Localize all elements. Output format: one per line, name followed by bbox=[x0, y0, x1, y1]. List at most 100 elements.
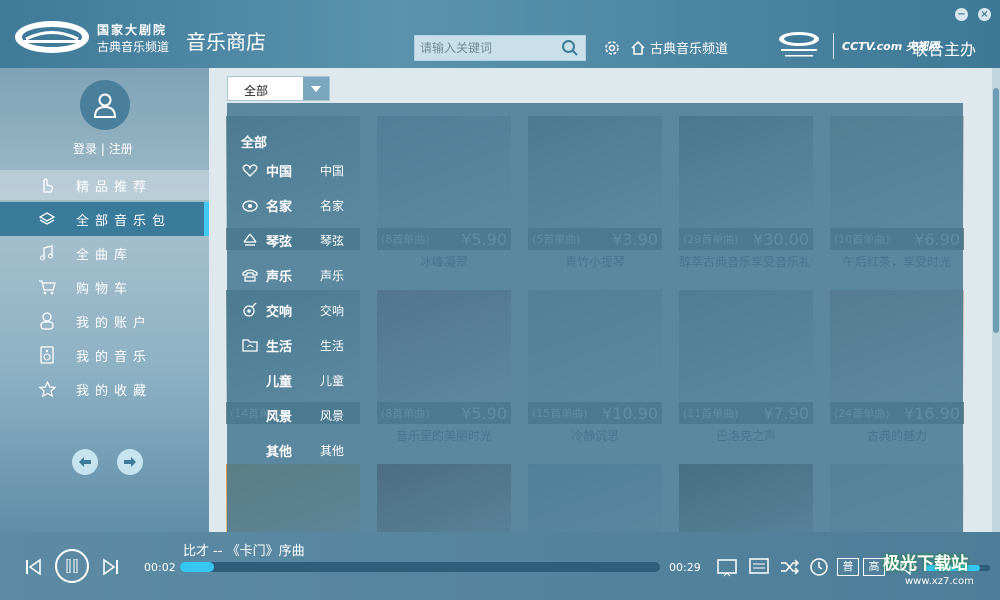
hand-pointer-icon bbox=[38, 176, 56, 194]
next-track-icon[interactable] bbox=[102, 557, 120, 577]
symphony-icon bbox=[241, 302, 259, 318]
category-name[interactable]: 生活 bbox=[266, 336, 320, 355]
title-bar: 国家大剧院 古典音乐频道 音乐商店 古典音乐频道 CCTV.com 央视网 联合… bbox=[0, 0, 1000, 68]
masters-icon bbox=[241, 197, 259, 213]
sidebar-item-cart[interactable]: 购物车 bbox=[0, 272, 209, 302]
pause-button[interactable] bbox=[55, 549, 89, 583]
category-icon-placeholder bbox=[241, 407, 259, 423]
category-sub-item[interactable]: 生活 bbox=[320, 337, 344, 354]
category-name[interactable]: 琴弦 bbox=[266, 231, 320, 250]
playlist-icon[interactable] bbox=[748, 556, 770, 578]
time-total: 00:29 bbox=[669, 561, 701, 574]
category-item[interactable]: 声乐 声乐 bbox=[241, 265, 344, 285]
speaker-icon bbox=[38, 346, 56, 364]
sidebar-item-featured[interactable]: 精品推荐 bbox=[0, 170, 209, 200]
register-link[interactable]: 注册 bbox=[109, 142, 133, 156]
avatar[interactable] bbox=[80, 80, 130, 130]
scrollbar-thumb[interactable] bbox=[993, 88, 999, 333]
category-sub-item[interactable]: 其他 bbox=[320, 442, 344, 459]
progress-fill bbox=[180, 562, 214, 572]
joint-organizer-label: 联合主办 bbox=[912, 40, 977, 59]
sidebar-item-my-music[interactable]: 我的音乐 bbox=[0, 340, 209, 370]
category-select-value: 全部 bbox=[244, 84, 269, 98]
sidebar-item-label: 我的音乐 bbox=[76, 349, 153, 365]
time-current: 00:02 bbox=[144, 561, 176, 574]
category-sub-item[interactable]: 交响 bbox=[320, 302, 344, 319]
category-item[interactable]: 中国 中国 bbox=[241, 160, 344, 180]
quality-standard-button[interactable]: 普 bbox=[837, 558, 859, 576]
auth-separator: | bbox=[100, 142, 105, 156]
category-icon-placeholder bbox=[241, 372, 259, 388]
arrow-left-icon bbox=[79, 457, 91, 467]
gear-icon[interactable] bbox=[602, 38, 622, 58]
channel-link-label: 古典音乐频道 bbox=[650, 42, 729, 57]
scrollbar[interactable] bbox=[992, 68, 1000, 532]
category-sub-item[interactable]: 声乐 bbox=[320, 267, 344, 284]
category-sub-item[interactable]: 名家 bbox=[320, 197, 344, 214]
category-item[interactable]: 其他 其他 bbox=[241, 440, 344, 460]
search-icon[interactable] bbox=[561, 39, 579, 57]
shuffle-icon[interactable] bbox=[779, 556, 801, 578]
watermark-url: www.xz7.com bbox=[905, 576, 974, 587]
sidebar-item-account[interactable]: 我的账户 bbox=[0, 306, 209, 336]
sidebar-item-label: 购物车 bbox=[76, 281, 134, 297]
category-item[interactable]: 琴弦 琴弦 bbox=[241, 230, 344, 250]
close-button[interactable]: × bbox=[978, 8, 991, 21]
category-item[interactable]: 交响 交响 bbox=[241, 300, 344, 320]
search-input[interactable] bbox=[415, 36, 557, 60]
category-name[interactable]: 交响 bbox=[266, 301, 320, 320]
heart-icon bbox=[241, 162, 259, 178]
sidebar-item-label: 我的账户 bbox=[76, 315, 153, 331]
sidebar-item-label: 全部音乐包 bbox=[76, 213, 172, 229]
category-sub-item[interactable]: 风景 bbox=[320, 407, 344, 424]
sidebar-item-label: 精品推荐 bbox=[76, 179, 153, 195]
home-icon bbox=[631, 40, 645, 55]
category-name[interactable]: 名家 bbox=[266, 196, 320, 215]
category-name[interactable]: 儿童 bbox=[266, 371, 320, 390]
sidebar-item-label: 全曲库 bbox=[76, 247, 134, 263]
search-box bbox=[414, 35, 586, 61]
login-link[interactable]: 登录 bbox=[73, 142, 97, 156]
category-name[interactable]: 其他 bbox=[266, 441, 320, 460]
prev-page-button[interactable] bbox=[72, 449, 98, 475]
quality-high-button[interactable]: 高 bbox=[863, 558, 885, 576]
category-sub-item[interactable]: 中国 bbox=[320, 162, 344, 179]
lyrics-window-icon[interactable] bbox=[716, 556, 738, 578]
strings-icon bbox=[241, 232, 259, 248]
sidebar-item-favorites[interactable]: 我的收藏 bbox=[0, 374, 209, 404]
category-select[interactable]: 全部 bbox=[227, 76, 330, 101]
sidebar-item-all-packs[interactable]: 全部音乐包 bbox=[0, 202, 209, 236]
logo-text-channel: 古典音乐频道 bbox=[97, 40, 170, 54]
category-sub-item[interactable]: 儿童 bbox=[320, 372, 344, 389]
category-item[interactable]: 名家 名家 bbox=[241, 195, 344, 215]
folder-icon bbox=[241, 337, 259, 353]
vocal-icon bbox=[241, 267, 259, 283]
previous-track-icon[interactable] bbox=[24, 557, 42, 577]
logo-text-ncpa: 国家大剧院 bbox=[97, 23, 168, 37]
channel-link[interactable]: 古典音乐频道 bbox=[630, 38, 728, 57]
sidebar-item-label: 我的收藏 bbox=[76, 383, 153, 399]
ncpa-partner-logo bbox=[779, 32, 819, 57]
category-item[interactable]: 儿童 儿童 bbox=[241, 370, 344, 390]
timer-icon[interactable] bbox=[809, 556, 829, 578]
sidebar-item-library[interactable]: 全曲库 bbox=[0, 238, 209, 268]
progress-slider[interactable] bbox=[180, 562, 660, 572]
category-all[interactable]: 全部 bbox=[241, 132, 267, 151]
next-page-button[interactable] bbox=[117, 449, 143, 475]
minimize-button[interactable]: − bbox=[955, 8, 968, 21]
arrow-right-icon bbox=[124, 457, 136, 467]
music-note-icon bbox=[38, 244, 56, 262]
pause-icon bbox=[66, 559, 78, 573]
category-item[interactable]: 风景 风景 bbox=[241, 405, 344, 425]
category-item[interactable]: 生活 生活 bbox=[241, 335, 344, 355]
chevron-down-icon bbox=[311, 85, 321, 92]
dropdown-toggle[interactable] bbox=[303, 77, 329, 100]
user-avatar-icon bbox=[93, 93, 117, 118]
category-name[interactable]: 中国 bbox=[266, 161, 320, 180]
auth-links: 登录 | 注册 bbox=[73, 140, 133, 157]
category-name[interactable]: 风景 bbox=[266, 406, 320, 425]
category-sub-item[interactable]: 琴弦 bbox=[320, 232, 344, 249]
category-name[interactable]: 声乐 bbox=[266, 266, 320, 285]
ncpa-logo bbox=[15, 21, 89, 53]
user-icon bbox=[38, 312, 56, 330]
